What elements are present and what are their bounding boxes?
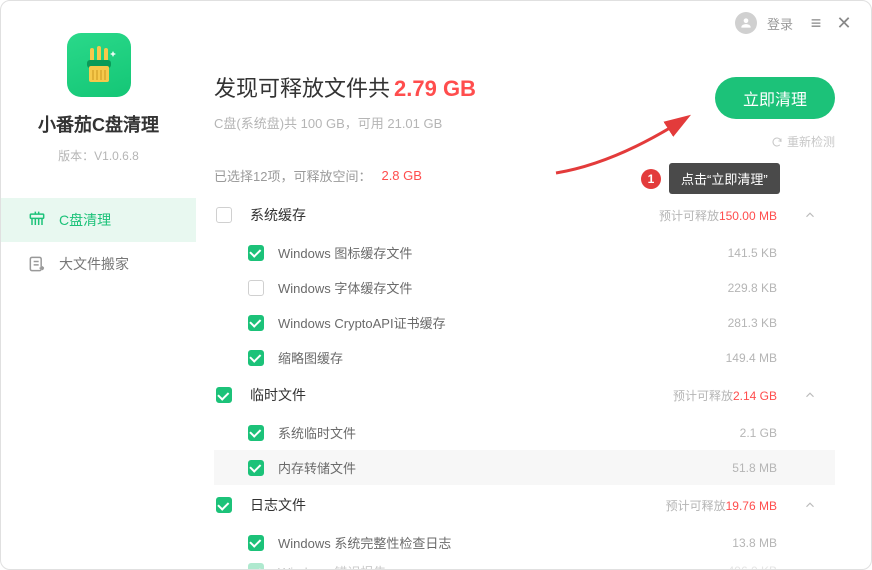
child-row[interactable]: Windows 图标缓存文件141.5 KB xyxy=(214,235,835,270)
child-label: Windows 系统完整性检查日志 xyxy=(278,533,732,552)
menu-icon[interactable]: ≡ xyxy=(807,14,825,32)
category-row[interactable]: 系统缓存预计可释放150.00 MB xyxy=(214,195,835,235)
clean-now-button[interactable]: 立即清理 xyxy=(715,77,835,119)
disk-info: C盘(系统盘)共 100 GB，可用 21.01 GB xyxy=(214,113,476,132)
category-size: 预计可释放19.76 MB xyxy=(666,497,777,514)
nav-label: 大文件搬家 xyxy=(59,254,129,274)
category-size: 预计可释放150.00 MB xyxy=(659,207,777,224)
category-row[interactable]: 日志文件预计可释放19.76 MB xyxy=(214,485,835,525)
category-size: 预计可释放2.14 GB xyxy=(673,387,777,404)
child-checkbox[interactable] xyxy=(248,350,264,366)
annotation-tooltip: 1 点击“立即清理” xyxy=(641,163,780,194)
child-size: 141.5 KB xyxy=(728,246,777,260)
child-checkbox[interactable] xyxy=(248,535,264,551)
child-size: 13.8 MB xyxy=(732,536,777,550)
app-logo-icon xyxy=(67,33,131,97)
rescan-link[interactable]: 重新检测 xyxy=(771,133,835,150)
child-row[interactable]: Windows CryptoAPI证书缓存281.3 KB xyxy=(214,305,835,340)
app-window: 登录 ≡ ✕ 小番茄C盘清理 版本：V1.0.6.8 xyxy=(0,0,872,570)
nav: C盘清理 大文件搬家 xyxy=(1,198,196,286)
header-left: 发现可释放文件共 2.79 GB C盘(系统盘)共 100 GB，可用 21.0… xyxy=(214,71,476,132)
discover-text: 发现可释放文件共 2.79 GB xyxy=(214,71,476,103)
child-size: 496.0 KB xyxy=(728,564,777,569)
child-size: 149.4 MB xyxy=(726,351,777,365)
main-panel: 发现可释放文件共 2.79 GB C盘(系统盘)共 100 GB，可用 21.0… xyxy=(196,1,871,569)
selection-size: 2.8 GB xyxy=(381,168,421,183)
nav-item-disk-clean[interactable]: C盘清理 xyxy=(1,198,196,242)
child-label: Windows 错误报告 xyxy=(278,562,728,570)
child-size: 2.1 GB xyxy=(740,426,777,440)
child-row[interactable]: Windows 字体缓存文件229.8 KB xyxy=(214,270,835,305)
category-row[interactable]: 临时文件预计可释放2.14 GB xyxy=(214,375,835,415)
child-label: Windows CryptoAPI证书缓存 xyxy=(278,313,728,332)
child-label: 缩略图缓存 xyxy=(278,348,726,367)
header-row: 发现可释放文件共 2.79 GB C盘(系统盘)共 100 GB，可用 21.0… xyxy=(214,71,835,150)
rescan-label: 重新检测 xyxy=(787,133,835,150)
category-label: 临时文件 xyxy=(250,385,673,405)
child-row[interactable]: Windows 系统完整性检查日志13.8 MB xyxy=(214,525,835,560)
selection-prefix: 已选择12项，可释放空间： xyxy=(214,166,371,185)
child-checkbox[interactable] xyxy=(248,245,264,261)
discover-size: 2.79 GB xyxy=(394,76,476,102)
cleanup-list: 系统缓存预计可释放150.00 MBWindows 图标缓存文件141.5 KB… xyxy=(214,195,835,569)
avatar-icon[interactable] xyxy=(735,12,757,34)
child-checkbox[interactable] xyxy=(248,315,264,331)
child-checkbox[interactable] xyxy=(248,563,264,569)
child-size: 51.8 MB xyxy=(732,461,777,475)
broom-icon xyxy=(27,210,47,230)
category-checkbox[interactable] xyxy=(216,497,232,513)
category-label: 日志文件 xyxy=(250,495,666,515)
app-name: 小番茄C盘清理 xyxy=(38,111,159,137)
child-checkbox[interactable] xyxy=(248,460,264,476)
refresh-icon xyxy=(771,136,783,148)
chevron-up-icon[interactable] xyxy=(795,498,825,512)
login-link[interactable]: 登录 xyxy=(767,14,793,33)
sidebar: 小番茄C盘清理 版本：V1.0.6.8 C盘清理 大文件搬家 xyxy=(1,1,196,569)
child-label: 内存转储文件 xyxy=(278,458,732,477)
child-row[interactable]: 系统临时文件2.1 GB xyxy=(214,415,835,450)
child-row[interactable]: Windows 错误报告496.0 KB xyxy=(214,560,835,569)
child-label: 系统临时文件 xyxy=(278,423,740,442)
child-checkbox[interactable] xyxy=(248,425,264,441)
annotation-step-number: 1 xyxy=(641,169,661,189)
child-size: 281.3 KB xyxy=(728,316,777,330)
child-label: Windows 字体缓存文件 xyxy=(278,278,728,297)
discover-prefix: 发现可释放文件共 xyxy=(214,71,390,103)
header-right: 立即清理 重新检测 xyxy=(715,71,835,150)
child-row[interactable]: 内存转储文件51.8 MB xyxy=(214,450,835,485)
titlebar: 登录 ≡ ✕ xyxy=(717,1,871,45)
close-icon[interactable]: ✕ xyxy=(835,14,853,32)
child-label: Windows 图标缓存文件 xyxy=(278,243,728,262)
nav-label: C盘清理 xyxy=(59,210,111,230)
child-checkbox[interactable] xyxy=(248,280,264,296)
annotation-text: 点击“立即清理” xyxy=(669,163,780,194)
category-checkbox[interactable] xyxy=(216,387,232,403)
child-row[interactable]: 缩略图缓存149.4 MB xyxy=(214,340,835,375)
category-label: 系统缓存 xyxy=(250,205,659,225)
nav-item-big-file-move[interactable]: 大文件搬家 xyxy=(1,242,196,286)
app-version: 版本：V1.0.6.8 xyxy=(58,147,139,164)
child-size: 229.8 KB xyxy=(728,281,777,295)
chevron-up-icon[interactable] xyxy=(795,208,825,222)
chevron-up-icon[interactable] xyxy=(795,388,825,402)
category-checkbox[interactable] xyxy=(216,207,232,223)
file-move-icon xyxy=(27,254,47,274)
